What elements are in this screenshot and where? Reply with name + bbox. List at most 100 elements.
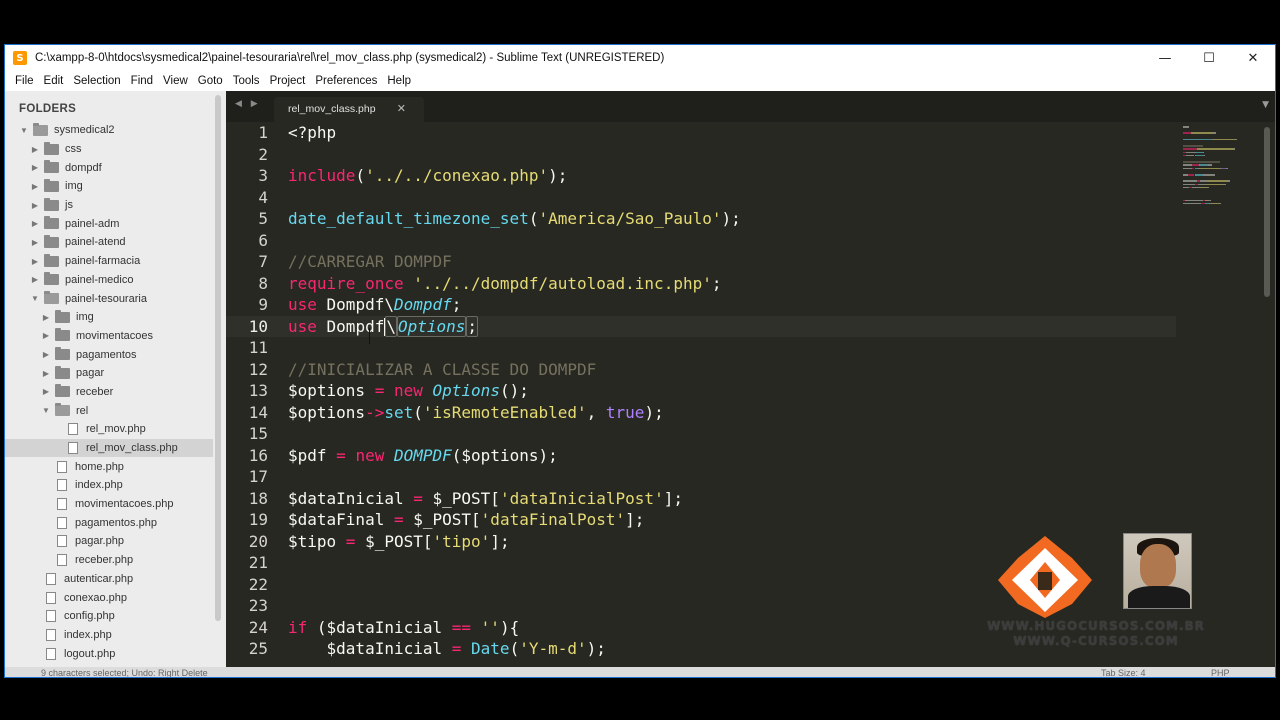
code-line[interactable]: 15 (226, 423, 1176, 445)
code-line[interactable]: 2 (226, 144, 1176, 166)
chevron-right-icon[interactable]: ▶ (41, 369, 51, 378)
menu-tools[interactable]: Tools (233, 75, 260, 87)
menu-find[interactable]: Find (131, 75, 153, 87)
code-token: $dataInicial (288, 488, 404, 508)
tree-file[interactable]: rel_mov.php (5, 420, 213, 439)
tree-folder[interactable]: ▶ pagar (5, 364, 213, 383)
maximize-button[interactable]: ☐ (1187, 45, 1231, 71)
chevron-right-icon[interactable]: ▶ (30, 275, 40, 284)
tree-folder[interactable]: ▶ js (5, 196, 213, 215)
window-title: C:\xampp-8-0\htdocs\sysmedical2\painel-t… (35, 52, 665, 64)
editor-scrollbar[interactable] (1264, 127, 1270, 297)
code-token: ( (355, 166, 366, 186)
code-line[interactable]: 1 <?php (226, 122, 1176, 144)
chevron-down-icon[interactable]: ▼ (41, 406, 51, 415)
tree-file[interactable]: config.php (5, 607, 213, 626)
code-line[interactable]: 13 $options = new Options(); (226, 380, 1176, 402)
tree-folder[interactable]: ▶ css (5, 140, 213, 159)
file-icon (57, 535, 67, 548)
tree-file[interactable]: pagamentos.php (5, 513, 213, 532)
menu-edit[interactable]: Edit (44, 75, 64, 87)
window-controls: — ☐ ✕ (1143, 45, 1275, 71)
chevron-right-icon[interactable]: ▶ (41, 350, 51, 359)
tree-file[interactable]: rel_mov_class.php (5, 438, 213, 458)
code-line[interactable]: 12 //INICIALIZAR A CLASSE DO DOMPDF (226, 359, 1176, 381)
code-line[interactable]: 16 $pdf = new DOMPDF($options); (226, 445, 1176, 467)
tree-file[interactable]: index.php (5, 626, 213, 645)
code-line[interactable]: 4 (226, 187, 1176, 209)
code-line[interactable]: 14 $options->set('isRemoteEnabled', true)… (226, 402, 1176, 424)
tree-folder[interactable]: ▼ sysmedical2 (5, 121, 213, 140)
close-window-button[interactable]: ✕ (1231, 45, 1275, 71)
menu-preferences[interactable]: Preferences (315, 75, 377, 87)
status-tab-size[interactable]: Tab Size: 4 (1101, 668, 1146, 677)
chevron-right-icon[interactable]: ▶ (30, 238, 40, 247)
minimap-stroke (1218, 202, 1221, 205)
tree-folder[interactable]: ▶ pagamentos (5, 345, 213, 364)
watermark-line-1: WWW.HUGOCURSOS.COM.BR (987, 619, 1205, 633)
title-bar[interactable]: S C:\xampp-8-0\htdocs\sysmedical2\painel… (5, 45, 1275, 71)
minimap-stroke (1202, 174, 1216, 176)
sidebar-scrollbar[interactable] (215, 95, 221, 621)
chevron-right-icon[interactable]: ▶ (41, 313, 51, 322)
menu-selection[interactable]: Selection (73, 75, 120, 87)
code-line[interactable]: 9 use Dompdf\Dompdf; (226, 294, 1176, 316)
chevron-right-icon[interactable]: ▶ (30, 201, 40, 210)
menu-goto[interactable]: Goto (198, 75, 223, 87)
code-line[interactable]: 8 require_once '../../dompdf/autoload.inc… (226, 273, 1176, 295)
code-line[interactable]: 7 //CARREGAR DOMPDF (226, 251, 1176, 273)
tree-folder[interactable]: ▶ dompdf (5, 158, 213, 177)
folder-icon (44, 141, 59, 155)
tab-menu-icon[interactable]: ▼ (1262, 100, 1269, 110)
chevron-right-icon[interactable]: ▶ (30, 257, 40, 266)
tree-folder[interactable]: ▼ painel-tesouraria (5, 289, 213, 308)
tree-folder[interactable]: ▶ painel-farmacia (5, 252, 213, 271)
tree-file[interactable]: pagar.php (5, 532, 213, 551)
tab-rel-mov-class[interactable]: rel_mov_class.php ✕ (274, 97, 424, 122)
minimap[interactable] (1179, 122, 1263, 242)
menu-project[interactable]: Project (270, 75, 306, 87)
tree-folder[interactable]: ▶ receber (5, 383, 213, 402)
code-token: = (326, 445, 356, 465)
chevron-down-icon[interactable]: ▼ (30, 294, 40, 303)
tree-folder[interactable]: ▶ painel-adm (5, 214, 213, 233)
tree-file[interactable]: conexao.php (5, 588, 213, 607)
tree-folder[interactable]: ▶ img (5, 177, 213, 196)
minimap-stroke (1183, 126, 1189, 128)
tree-folder[interactable]: ▶ movimentacoes (5, 327, 213, 346)
tree-folder[interactable]: ▶ painel-medico (5, 271, 213, 290)
tree-item-label: autenticar.php (64, 572, 134, 585)
minimap-stroke (1200, 186, 1208, 189)
code-line[interactable]: 17 (226, 466, 1176, 488)
chevron-right-icon[interactable]: ▶ (30, 145, 40, 154)
chevron-right-icon[interactable]: ▶ (30, 163, 40, 172)
minimize-button[interactable]: — (1143, 45, 1187, 71)
code-token: Options (432, 381, 500, 401)
status-syntax[interactable]: PHP (1211, 668, 1230, 677)
code-line[interactable]: 5 date_default_timezone_set('America/Sao_… (226, 208, 1176, 230)
code-token: $dataFinal (288, 510, 385, 530)
code-line[interactable]: 19 $dataFinal = $_POST['dataFinalPost']; (226, 509, 1176, 531)
menu-file[interactable]: File (15, 75, 34, 87)
menu-view[interactable]: View (163, 75, 188, 87)
tab-close-icon[interactable]: ✕ (397, 102, 406, 115)
tree-file[interactable]: autenticar.php (5, 570, 213, 589)
chevron-right-icon[interactable]: ▶ (30, 182, 40, 191)
menu-help[interactable]: Help (387, 75, 411, 87)
code-line[interactable]: 3 include('../../conexao.php'); (226, 165, 1176, 187)
tree-folder[interactable]: ▶ painel-atend (5, 233, 213, 252)
tree-folder[interactable]: ▼ rel (5, 401, 213, 420)
code-line[interactable]: 6 (226, 230, 1176, 252)
chevron-right-icon[interactable]: ▶ (41, 387, 51, 396)
tree-folder[interactable]: ▶ img (5, 308, 213, 327)
code-line[interactable]: 18 $dataInicial = $_POST['dataInicialPost… (226, 488, 1176, 510)
tree-file[interactable]: home.php (5, 457, 213, 476)
tab-nav-arrows-icon[interactable]: ◀ ▶ (235, 99, 261, 109)
tree-file[interactable]: logout.php (5, 644, 213, 663)
tree-file[interactable]: movimentacoes.php (5, 495, 213, 514)
chevron-right-icon[interactable]: ▶ (41, 331, 51, 340)
chevron-down-icon[interactable]: ▼ (19, 126, 29, 135)
chevron-right-icon[interactable]: ▶ (30, 219, 40, 228)
tree-file[interactable]: index.php (5, 476, 213, 495)
tree-file[interactable]: receber.php (5, 551, 213, 570)
